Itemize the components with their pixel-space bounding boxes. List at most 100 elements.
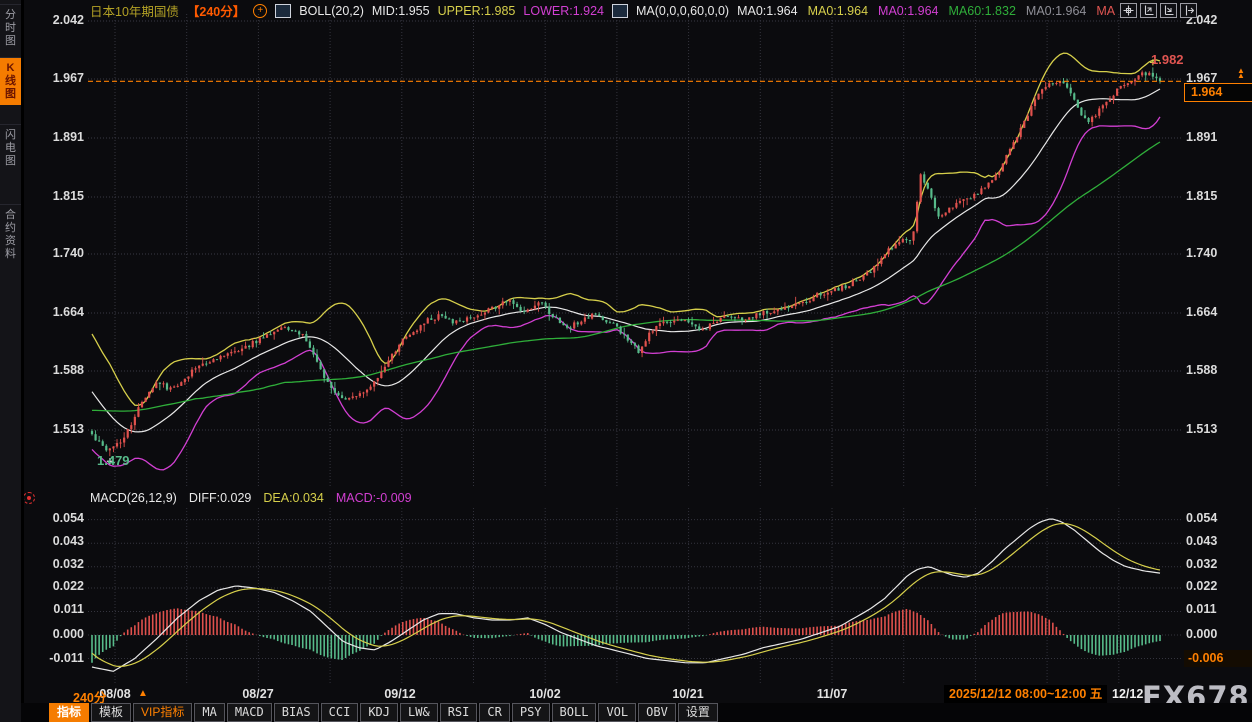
tab-char: 合 — [0, 209, 21, 222]
period-label[interactable]: 【240分】 — [187, 1, 245, 20]
period-dropdown-icon[interactable]: ▲ — [138, 688, 148, 699]
macd-current-box: -0.006 — [1184, 650, 1252, 667]
zoom-in-x-icon[interactable] — [1140, 3, 1157, 18]
boll-mid-value: MID:1.955 — [372, 4, 430, 18]
x-axis-date: 11/07 — [802, 687, 862, 701]
price-axis-label: 1.513 — [1186, 422, 1248, 437]
macd-bar-value: MACD:-0.009 — [336, 491, 412, 505]
tab-char: 料 — [0, 248, 21, 261]
macd-axis-label: 0.043 — [26, 534, 84, 549]
add-indicator-icon[interactable]: + — [253, 4, 267, 18]
ma-indicator-icon[interactable] — [612, 4, 628, 18]
settings-button[interactable]: 设置 — [678, 703, 718, 722]
macd-axis-label: 0.054 — [1186, 511, 1248, 526]
trading-terminal: 分时图K线图闪电图合约资料 日本10年期国债 【240分】 + BOLL(20,… — [0, 0, 1252, 722]
obv-button[interactable]: OBV — [638, 703, 676, 722]
psy-button[interactable]: PSY — [512, 703, 550, 722]
macd-panel-icon[interactable] — [23, 492, 35, 504]
pan-right-icon[interactable] — [1180, 3, 1197, 18]
tab-char: 线 — [0, 75, 21, 88]
price-axis-label: 1.588 — [1186, 363, 1248, 378]
lw-button[interactable]: LW& — [400, 703, 438, 722]
tab-char: 电 — [0, 142, 21, 155]
ma-value: MA0:1.964 — [737, 4, 797, 18]
ma-value: MA — [1096, 4, 1115, 18]
boll-lower-value: LOWER:1.924 — [523, 4, 604, 18]
vip-indicator-button[interactable]: VIP指标 — [133, 703, 192, 722]
price-axis-label: 1.891 — [26, 130, 84, 145]
macd-dea-value: DEA:0.034 — [263, 491, 323, 505]
price-axis-label: 1.664 — [26, 305, 84, 320]
high-price-label: 1.982 — [1151, 52, 1184, 67]
x-axis-date: 10/21 — [658, 687, 718, 701]
price-axis-label: 1.967 — [26, 71, 84, 86]
sidebar-tab-time-chart[interactable]: 分时图 — [0, 4, 21, 52]
tab-char: 时 — [0, 22, 21, 35]
price-arrow-icon: ▲▲ — [1237, 68, 1245, 78]
boll-upper-value: UPPER:1.985 — [438, 4, 516, 18]
macd-diff-value: DIFF:0.029 — [189, 491, 252, 505]
cci-button[interactable]: CCI — [321, 703, 359, 722]
macd-button[interactable]: MACD — [227, 703, 272, 722]
zoom-out-x-icon[interactable] — [1160, 3, 1177, 18]
tab-char: 资 — [0, 235, 21, 248]
macd-axis-label: 0.000 — [26, 627, 84, 642]
price-axis-label: 1.513 — [26, 422, 84, 437]
price-axis-label: 1.664 — [1186, 305, 1248, 320]
sidebar-tab-kline-chart[interactable]: K线图 — [0, 57, 21, 105]
price-axis-label: 1.740 — [26, 246, 84, 261]
price-axis-label: 1.588 — [26, 363, 84, 378]
ma-value: MA0:1.964 — [878, 4, 938, 18]
ma-value: MA0:1.964 — [808, 4, 868, 18]
macd-axis-label: 0.000 — [1186, 627, 1248, 642]
tab-char: 约 — [0, 222, 21, 235]
tab-char: 图 — [0, 88, 21, 101]
sidebar-tab-tick-chart[interactable]: 闪电图 — [0, 124, 21, 172]
macd-axis-label: 0.011 — [26, 602, 84, 617]
x-axis-date: 09/12 — [370, 687, 430, 701]
move-chart-icon[interactable] — [1120, 3, 1137, 18]
indicator-button[interactable]: 指标 — [49, 703, 89, 722]
price-axis-label: 1.740 — [1186, 246, 1248, 261]
macd-axis-label: 0.032 — [26, 557, 84, 572]
ma-values: MA0:1.964MA0:1.964MA0:1.964MA60:1.832MA0… — [737, 4, 1115, 18]
macd-header: MACD(26,12,9) DIFF:0.029 DEA:0.034 MACD:… — [90, 491, 412, 505]
low-price-label: 1.479 — [97, 453, 130, 468]
tab-char: 分 — [0, 9, 21, 22]
macd-axis-label: -0.011 — [26, 651, 84, 666]
last-price-box: 1.964 — [1184, 83, 1252, 102]
tab-char: 图 — [0, 35, 21, 48]
x-axis-last-date: 12/12 — [1112, 687, 1143, 701]
bar-time-tooltip: 2025/12/12 08:00~12:00 五 — [944, 685, 1107, 703]
kdj-button[interactable]: KDJ — [360, 703, 398, 722]
macd-chart[interactable] — [88, 508, 1182, 686]
sidebar-tab-contract-info[interactable]: 合约资料 — [0, 204, 21, 265]
macd-axis-label: 0.022 — [1186, 579, 1248, 594]
x-axis-date: 10/02 — [515, 687, 575, 701]
tab-char: K — [0, 62, 21, 75]
bias-button[interactable]: BIAS — [274, 703, 319, 722]
vol-button[interactable]: VOL — [598, 703, 636, 722]
macd-axis-label: 0.054 — [26, 511, 84, 526]
price-axis-label: 1.815 — [1186, 189, 1248, 204]
tab-char: 图 — [0, 155, 21, 168]
price-axis-label: 1.815 — [26, 189, 84, 204]
macd-axis-label: 0.032 — [1186, 557, 1248, 572]
macd-title: MACD(26,12,9) — [90, 491, 177, 505]
ma-params-label: MA(0,0,0,60,0,0) — [636, 4, 729, 18]
ma-value: MA0:1.964 — [1026, 4, 1086, 18]
macd-axis-label: 0.011 — [1186, 602, 1248, 617]
template-button[interactable]: 模板 — [91, 703, 131, 722]
symbol-title: 日本10年期国债 — [90, 1, 179, 20]
boll-indicator-icon[interactable] — [275, 4, 291, 18]
ma-button[interactable]: MA — [194, 703, 224, 722]
macd-axis-label: 0.022 — [26, 579, 84, 594]
macd-axis-label: 0.043 — [1186, 534, 1248, 549]
boll-button[interactable]: BOLL — [552, 703, 597, 722]
rsi-button[interactable]: RSI — [440, 703, 478, 722]
chart-header: 日本10年期国债 【240分】 + BOLL(20,2) MID:1.955 U… — [90, 2, 1115, 19]
x-axis-date: 08/27 — [228, 687, 288, 701]
cr-button[interactable]: CR — [479, 703, 509, 722]
candlestick-chart[interactable] — [88, 0, 1182, 490]
sidebar: 分时图K线图闪电图合约资料 — [0, 0, 24, 722]
